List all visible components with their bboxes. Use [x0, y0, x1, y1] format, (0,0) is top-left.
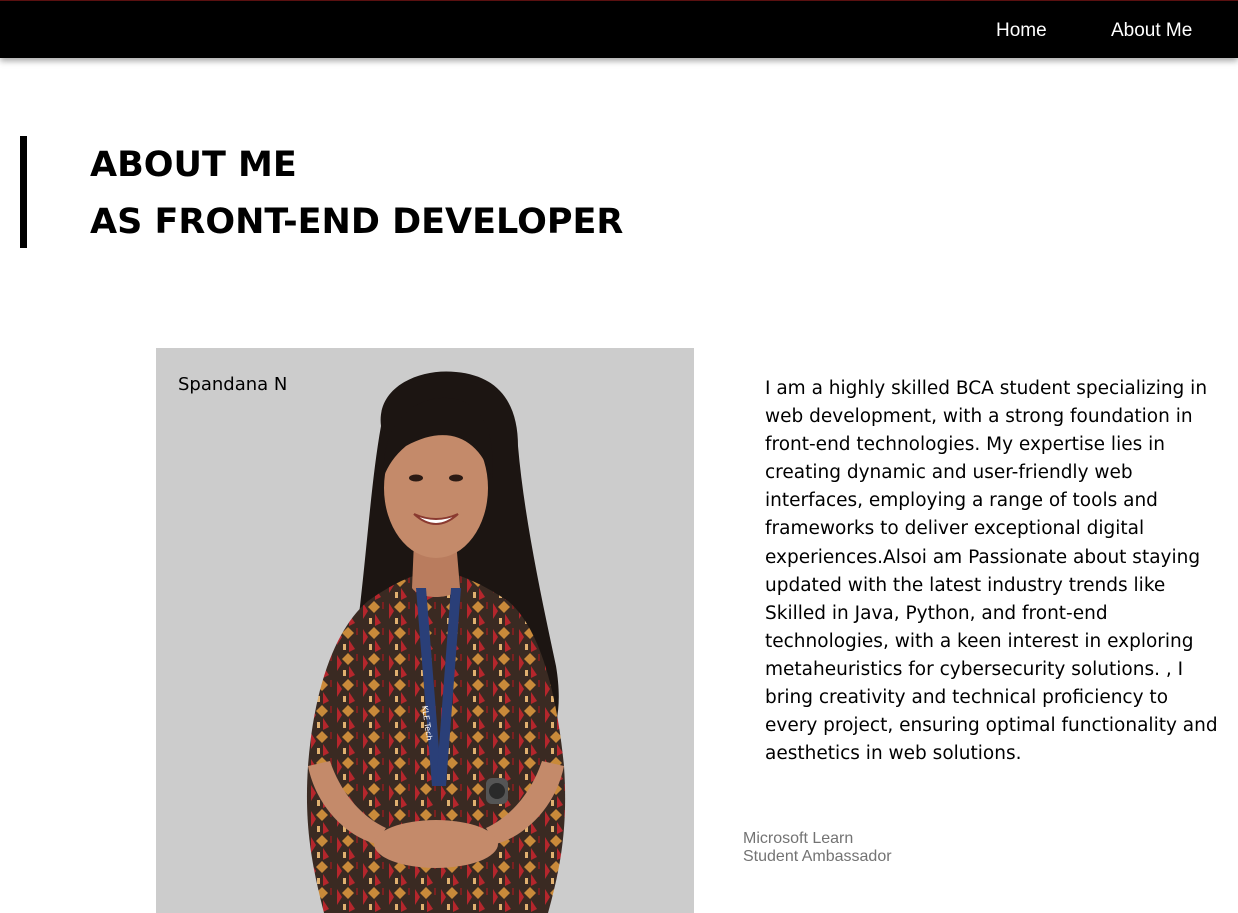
page-title: ABOUT ME	[90, 145, 297, 185]
microsoft-learn-badge: Microsoft Learn Student Ambassador	[743, 830, 892, 866]
profile-photo-card: Spandana N KLE Tech	[156, 348, 694, 913]
badge-line-2: Student Ambassador	[743, 848, 892, 865]
bio-paragraph: I am a highly skilled BCA student specia…	[765, 378, 1218, 765]
profile-portrait: KLE Tech	[306, 371, 566, 913]
top-navbar: Home About Me	[0, 0, 1238, 58]
nav-home-link[interactable]: Home	[996, 20, 1047, 42]
badge-line-1: Microsoft Learn	[743, 830, 854, 847]
nav-about-link[interactable]: About Me	[1111, 20, 1192, 42]
page-subtitle: AS FRONT-END DEVELOPER	[90, 202, 624, 242]
heading-accent-bar	[20, 136, 27, 248]
